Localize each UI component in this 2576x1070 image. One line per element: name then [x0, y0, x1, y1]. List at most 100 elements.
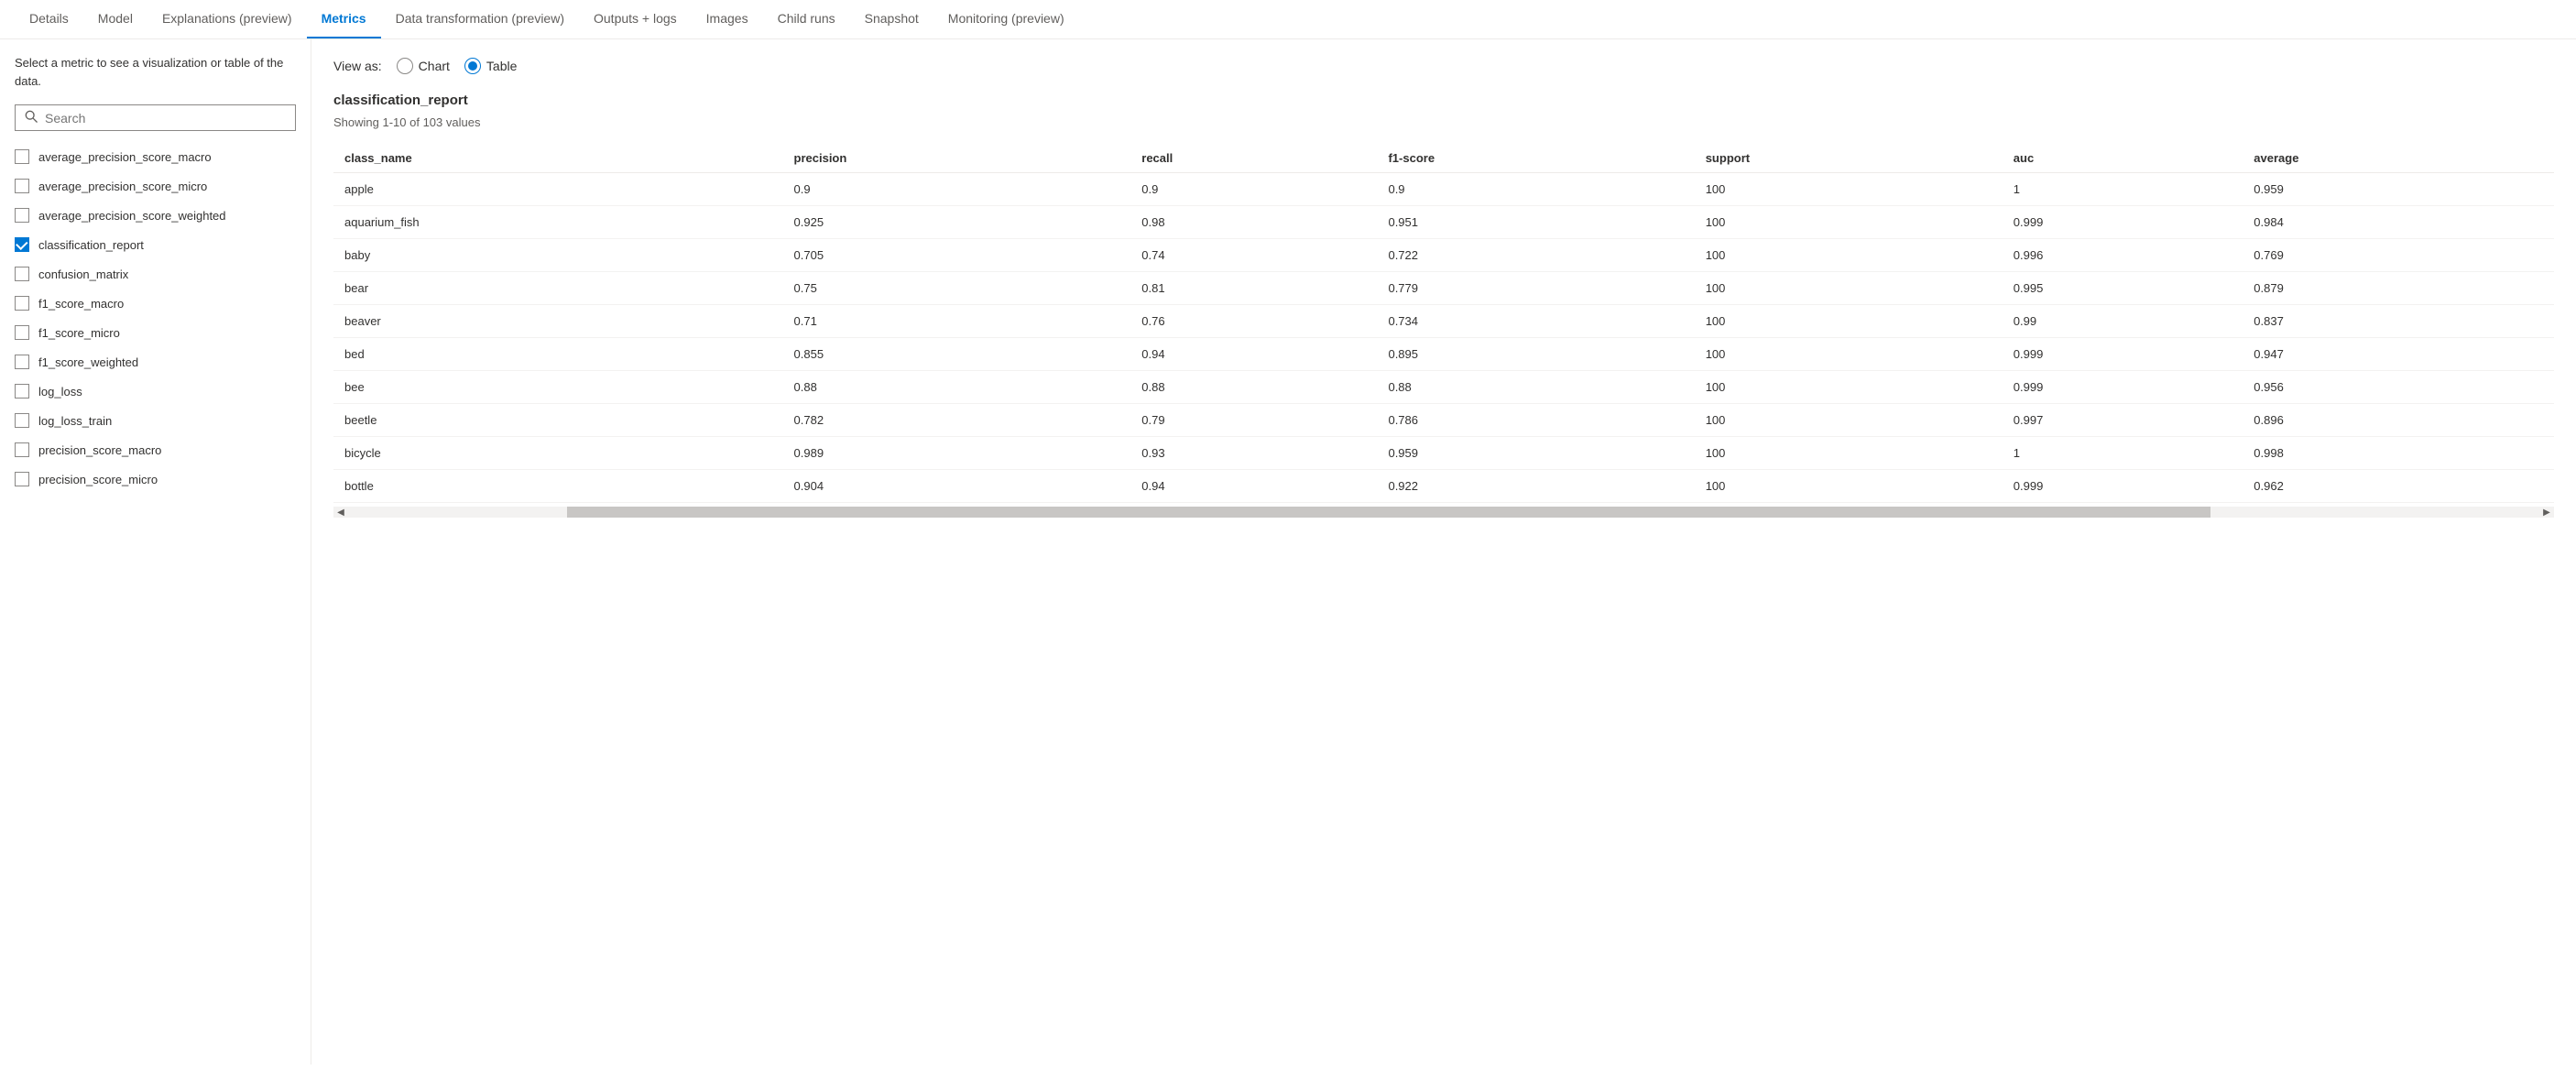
- table-cell-f1_score: 0.88: [1377, 371, 1694, 404]
- table-cell-class_name: beetle: [333, 404, 783, 437]
- table-cell-class_name: aquarium_fish: [333, 206, 783, 239]
- col-f1-score: f1-score: [1377, 144, 1694, 173]
- search-icon: [25, 110, 38, 126]
- metric-checkbox[interactable]: [15, 149, 29, 164]
- col-support: support: [1695, 144, 2003, 173]
- data-table: class_name precision recall f1-score sup…: [333, 144, 2554, 503]
- table-cell-average: 0.962: [2243, 470, 2554, 503]
- tab-snapshot[interactable]: Snapshot: [850, 0, 933, 38]
- table-cell-recall: 0.88: [1130, 371, 1377, 404]
- tab-data-transformation[interactable]: Data transformation (preview): [381, 0, 579, 38]
- table-cell-support: 100: [1695, 437, 2003, 470]
- table-cell-support: 100: [1695, 206, 2003, 239]
- table-cell-support: 100: [1695, 272, 2003, 305]
- metric-item[interactable]: classification_report: [0, 230, 311, 259]
- table-cell-average: 0.879: [2243, 272, 2554, 305]
- table-cell-f1_score: 0.951: [1377, 206, 1694, 239]
- metric-checkbox[interactable]: [15, 442, 29, 457]
- metric-item[interactable]: log_loss_train: [0, 406, 311, 435]
- table-cell-recall: 0.81: [1130, 272, 1377, 305]
- metric-checkbox[interactable]: [15, 296, 29, 311]
- metric-item[interactable]: precision_score_macro: [0, 435, 311, 464]
- table-radio-label: Table: [486, 59, 517, 73]
- tab-metrics[interactable]: Metrics: [307, 0, 381, 38]
- table-row: baby0.7050.740.7221000.9960.769: [333, 239, 2554, 272]
- metric-item[interactable]: f1_score_macro: [0, 289, 311, 318]
- scroll-left-arrow[interactable]: ◀: [333, 507, 348, 518]
- table-cell-average: 0.956: [2243, 371, 2554, 404]
- metric-item[interactable]: f1_score_micro: [0, 318, 311, 347]
- metric-checkbox[interactable]: [15, 208, 29, 223]
- metric-checkbox[interactable]: [15, 237, 29, 252]
- search-box[interactable]: [15, 104, 296, 131]
- chart-radio-button[interactable]: [397, 58, 413, 74]
- metric-checkbox[interactable]: [15, 355, 29, 369]
- col-recall: recall: [1130, 144, 1377, 173]
- table-row: bear0.750.810.7791000.9950.879: [333, 272, 2554, 305]
- table-radio-option[interactable]: Table: [464, 58, 517, 74]
- table-cell-class_name: apple: [333, 173, 783, 206]
- metric-label: confusion_matrix: [38, 268, 128, 281]
- table-cell-average: 0.896: [2243, 404, 2554, 437]
- metric-item[interactable]: confusion_matrix: [0, 259, 311, 289]
- tab-child-runs[interactable]: Child runs: [763, 0, 850, 38]
- metric-checkbox[interactable]: [15, 472, 29, 486]
- table-cell-class_name: bicycle: [333, 437, 783, 470]
- tab-model[interactable]: Model: [83, 0, 147, 38]
- tab-details[interactable]: Details: [15, 0, 83, 38]
- metric-item[interactable]: average_precision_score_micro: [0, 171, 311, 201]
- tab-outputs-logs[interactable]: Outputs + logs: [579, 0, 692, 38]
- metric-label: average_precision_score_macro: [38, 150, 212, 164]
- content-area: View as: Chart Table classification_repo…: [311, 39, 2576, 1065]
- search-input[interactable]: [45, 111, 286, 126]
- tab-explanations[interactable]: Explanations (preview): [147, 0, 307, 38]
- sidebar: Select a metric to see a visualization o…: [0, 39, 311, 1065]
- metric-item[interactable]: precision_score_micro: [0, 464, 311, 494]
- metric-checkbox[interactable]: [15, 267, 29, 281]
- table-cell-class_name: beaver: [333, 305, 783, 338]
- table-cell-precision: 0.855: [783, 338, 1131, 371]
- scroll-right-arrow[interactable]: ▶: [2539, 507, 2554, 518]
- table-cell-average: 0.947: [2243, 338, 2554, 371]
- table-cell-recall: 0.93: [1130, 437, 1377, 470]
- table-cell-auc: 0.996: [2003, 239, 2243, 272]
- table-cell-f1_score: 0.922: [1377, 470, 1694, 503]
- metric-label: f1_score_weighted: [38, 355, 138, 369]
- table-cell-precision: 0.71: [783, 305, 1131, 338]
- table-row: bee0.880.880.881000.9990.956: [333, 371, 2554, 404]
- table-cell-f1_score: 0.9: [1377, 173, 1694, 206]
- metric-label: average_precision_score_micro: [38, 180, 207, 193]
- table-cell-average: 0.769: [2243, 239, 2554, 272]
- top-tab-bar: Details Model Explanations (preview) Met…: [0, 0, 2576, 39]
- metric-item[interactable]: log_loss: [0, 377, 311, 406]
- chart-radio-option[interactable]: Chart: [397, 58, 450, 74]
- view-as-row: View as: Chart Table: [333, 58, 2554, 74]
- scroll-thumb[interactable]: [567, 507, 2210, 518]
- view-as-label: View as:: [333, 59, 382, 73]
- table-cell-average: 0.984: [2243, 206, 2554, 239]
- table-row: bicycle0.9890.930.95910010.998: [333, 437, 2554, 470]
- metric-item[interactable]: f1_score_weighted: [0, 347, 311, 377]
- horizontal-scrollbar[interactable]: ◀ ▶: [333, 507, 2554, 518]
- table-cell-f1_score: 0.722: [1377, 239, 1694, 272]
- table-cell-precision: 0.88: [783, 371, 1131, 404]
- tab-images[interactable]: Images: [692, 0, 763, 38]
- table-cell-recall: 0.76: [1130, 305, 1377, 338]
- table-cell-precision: 0.925: [783, 206, 1131, 239]
- table-cell-support: 100: [1695, 305, 2003, 338]
- metric-label: f1_score_micro: [38, 326, 120, 340]
- metric-checkbox[interactable]: [15, 384, 29, 399]
- metric-checkbox[interactable]: [15, 413, 29, 428]
- metric-item[interactable]: average_precision_score_macro: [0, 142, 311, 171]
- tab-monitoring[interactable]: Monitoring (preview): [933, 0, 1079, 38]
- table-cell-recall: 0.98: [1130, 206, 1377, 239]
- metric-checkbox[interactable]: [15, 179, 29, 193]
- showing-label: Showing 1-10 of 103 values: [333, 115, 2554, 129]
- table-cell-support: 100: [1695, 404, 2003, 437]
- metric-item[interactable]: average_precision_score_weighted: [0, 201, 311, 230]
- table-cell-f1_score: 0.786: [1377, 404, 1694, 437]
- table-cell-precision: 0.782: [783, 404, 1131, 437]
- table-radio-button[interactable]: [464, 58, 481, 74]
- scroll-track[interactable]: [348, 507, 2539, 518]
- metric-checkbox[interactable]: [15, 325, 29, 340]
